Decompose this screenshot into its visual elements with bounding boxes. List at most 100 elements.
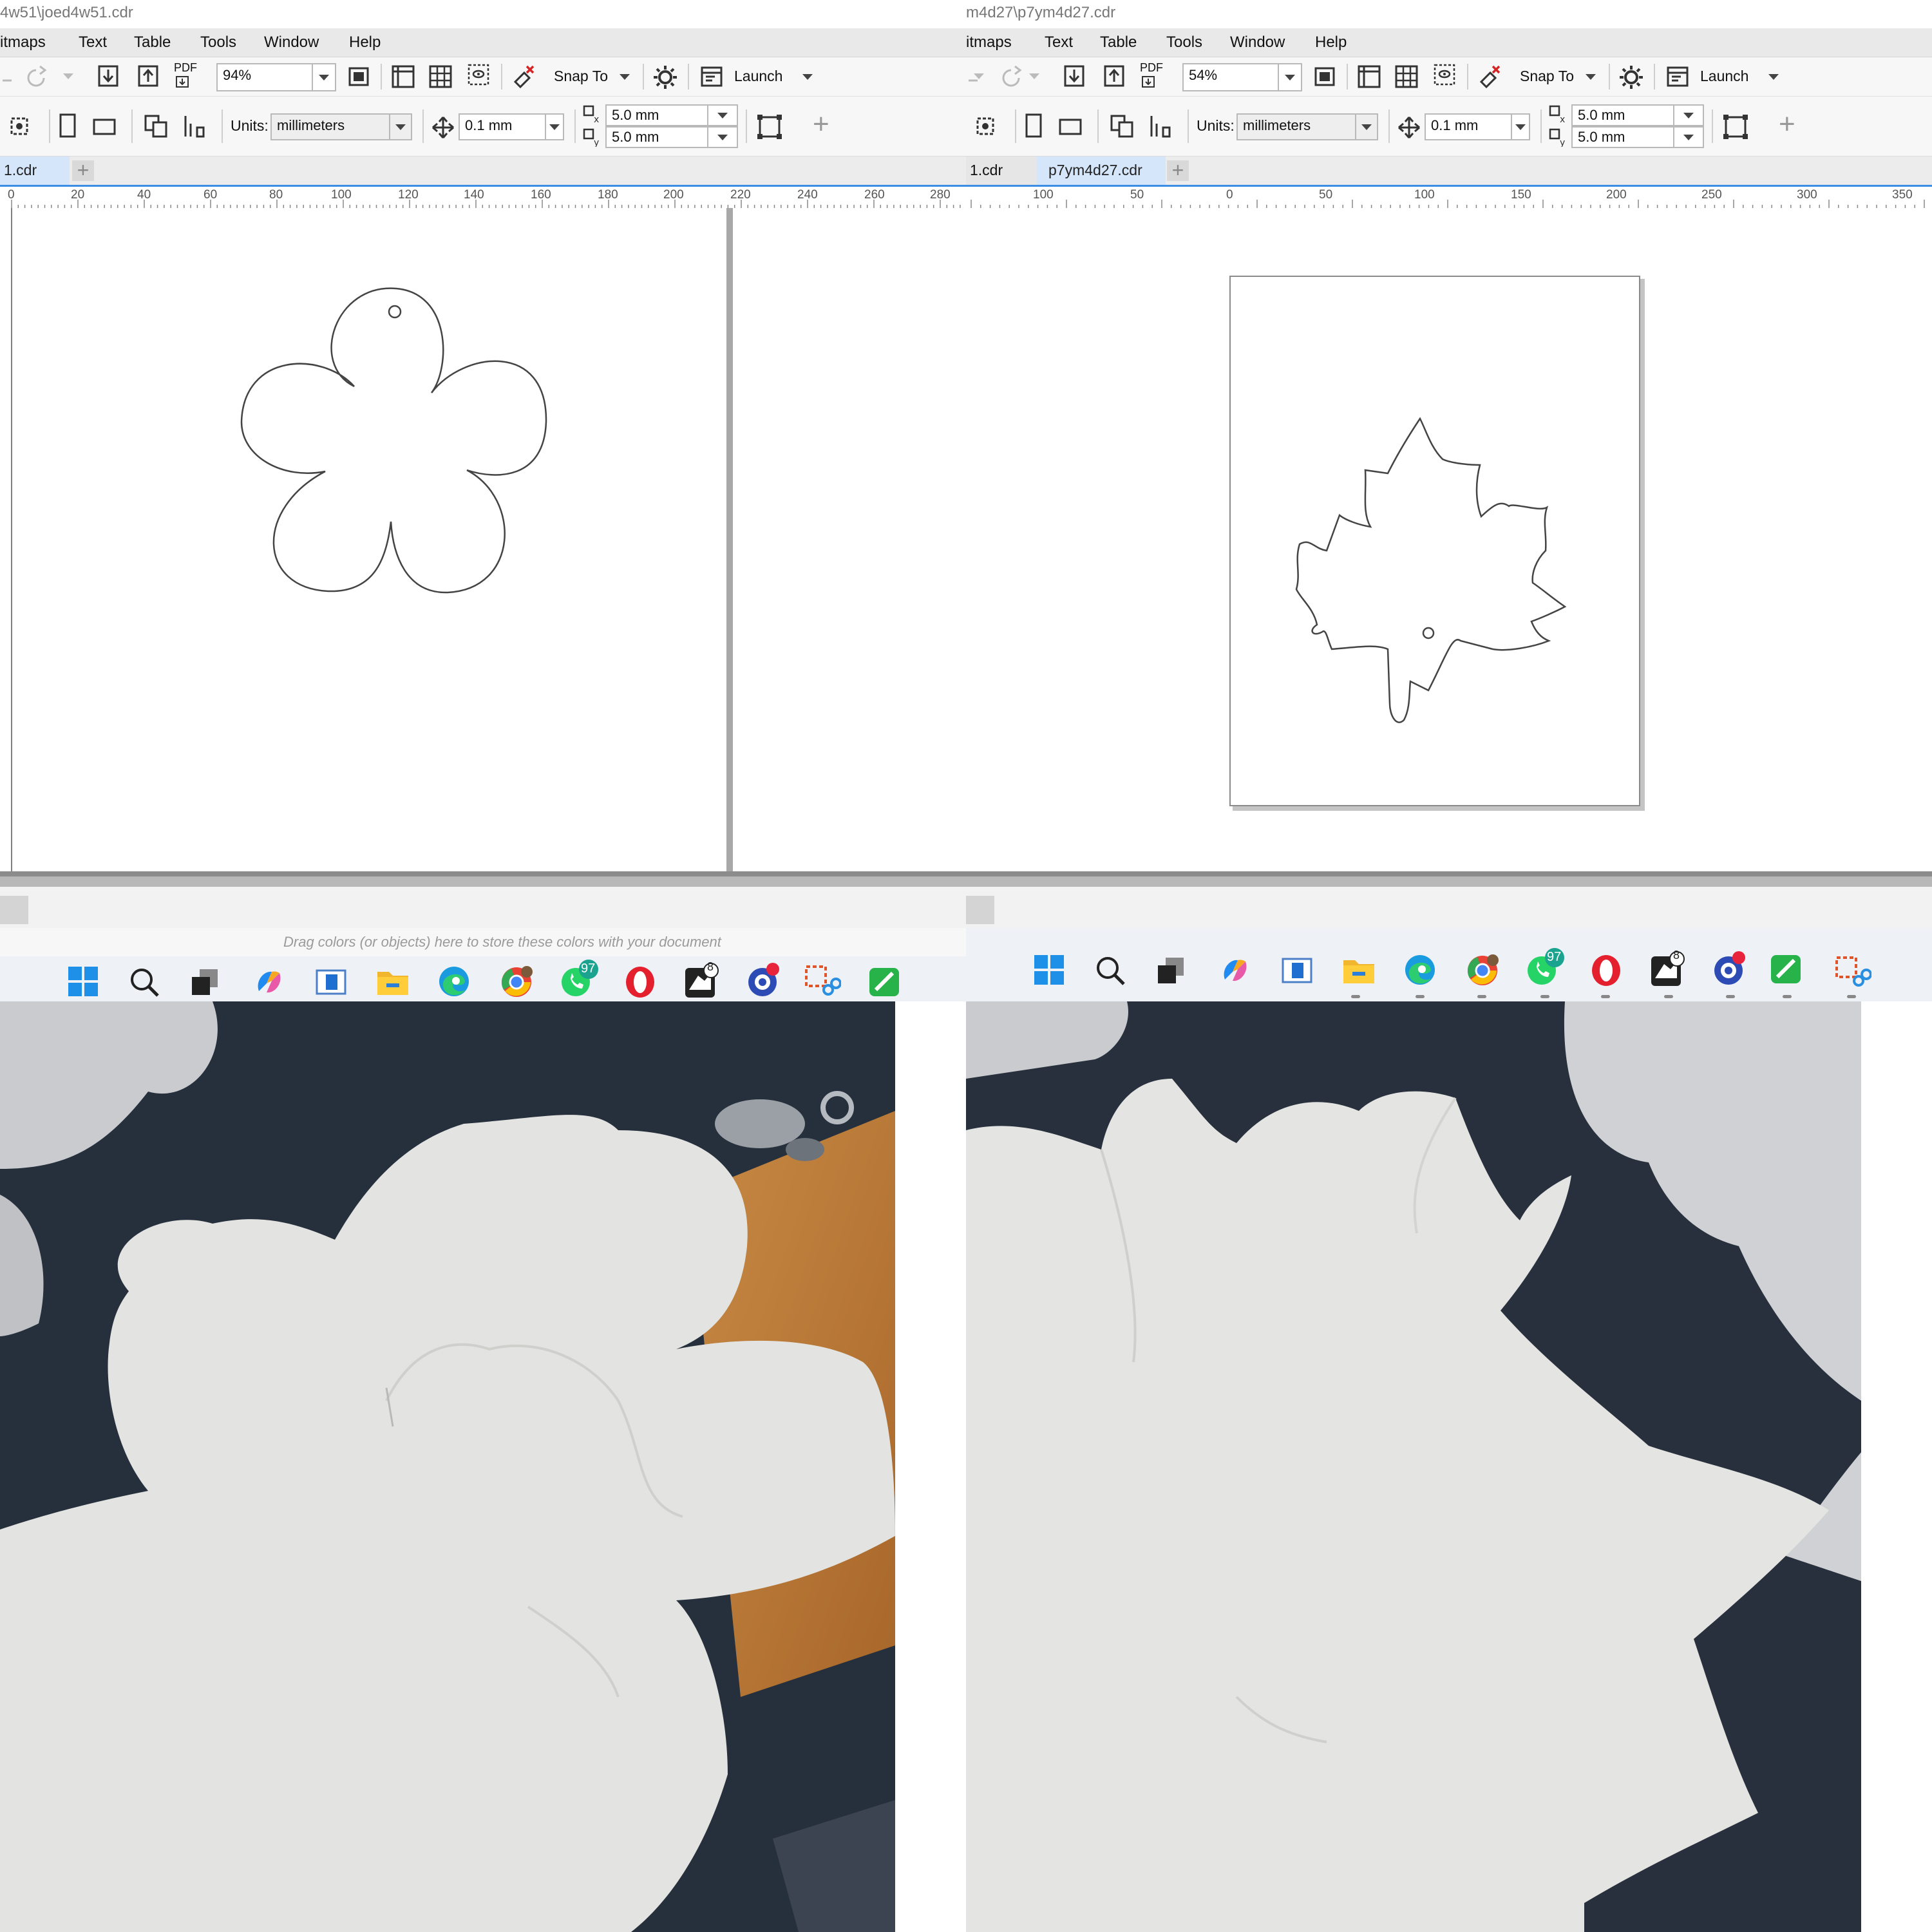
launch-dropdown-icon[interactable] <box>1768 74 1779 80</box>
new-tab-icon[interactable]: + <box>1167 160 1189 181</box>
units-field[interactable]: millimeters <box>1236 113 1356 140</box>
show-grid-icon[interactable] <box>1394 64 1419 90</box>
snap-off-icon[interactable] <box>1476 62 1504 91</box>
menu-help[interactable]: Help <box>349 33 381 52</box>
portrait-icon[interactable] <box>1023 112 1045 140</box>
chrome-profile-icon[interactable] <box>498 964 535 999</box>
current-page-icon[interactable] <box>1148 113 1175 140</box>
widgets-icon[interactable] <box>314 965 348 999</box>
show-guidelines-icon[interactable] <box>1431 62 1458 91</box>
menu-bitmaps[interactable]: itmaps <box>0 33 46 52</box>
task-view-icon[interactable] <box>189 967 222 999</box>
opera-icon[interactable] <box>622 964 658 999</box>
select-target-icon[interactable] <box>972 113 999 140</box>
units-dropdown-button[interactable] <box>390 113 412 140</box>
search-icon[interactable] <box>1094 954 1127 987</box>
show-rulers-icon[interactable] <box>1356 64 1382 90</box>
export-icon[interactable] <box>137 64 160 88</box>
new-tab-icon[interactable]: + <box>72 160 94 181</box>
duplicate-y-spinner[interactable] <box>1674 126 1704 148</box>
menu-tools[interactable]: Tools <box>200 33 236 52</box>
windows-start-icon[interactable] <box>67 965 99 998</box>
menu-window[interactable]: Window <box>1230 33 1285 52</box>
task-view-icon[interactable] <box>1155 955 1188 987</box>
show-guidelines-icon[interactable] <box>465 62 492 91</box>
duplicate-x-field[interactable]: 5.0 mm <box>1571 104 1674 126</box>
duplicate-y-spinner[interactable] <box>708 126 738 148</box>
file-explorer-icon[interactable] <box>1341 952 1377 987</box>
chrome-profile-icon[interactable] <box>1464 952 1501 987</box>
publish-pdf-label[interactable]: PDF <box>1140 61 1163 75</box>
green-app-icon[interactable] <box>1768 951 1806 989</box>
menu-tools[interactable]: Tools <box>1166 33 1202 52</box>
menu-help[interactable]: Help <box>1315 33 1347 52</box>
pdf-icon[interactable] <box>175 75 192 90</box>
add-icon[interactable]: + <box>1779 108 1795 140</box>
tab-document-1[interactable]: 1.cdr <box>966 156 1037 185</box>
landscape-icon[interactable] <box>91 115 117 138</box>
snipping-tool-icon[interactable] <box>804 963 841 1000</box>
undo-icon[interactable] <box>0 66 19 86</box>
drawing-canvas[interactable] <box>966 208 1932 871</box>
all-pages-icon[interactable] <box>143 113 171 140</box>
document-palette[interactable]: Drag colors (or objects) here to store t… <box>0 928 966 956</box>
nudge-distance-field[interactable]: 0.1 mm <box>1425 113 1512 140</box>
all-pages-icon[interactable] <box>1109 113 1137 140</box>
gear-icon[interactable] <box>652 64 679 91</box>
whatsapp-icon[interactable] <box>558 959 603 1000</box>
page-border-icon[interactable] <box>1722 113 1750 142</box>
tab-document-2[interactable]: p7ym4d27.cdr <box>1037 156 1166 185</box>
snap-to-dropdown-icon[interactable] <box>1586 74 1596 80</box>
palette-swatch[interactable] <box>0 896 28 924</box>
green-app-icon[interactable] <box>867 964 903 999</box>
zoom-dropdown-button[interactable] <box>313 63 336 91</box>
opera-icon[interactable] <box>1588 952 1624 987</box>
select-target-icon[interactable] <box>6 113 33 140</box>
tab-document[interactable]: 1.cdr <box>0 156 70 185</box>
launch-dropdown-icon[interactable] <box>802 74 813 80</box>
palette-swatch[interactable] <box>966 896 994 924</box>
full-screen-icon[interactable] <box>1312 65 1337 88</box>
zoom-level-field[interactable]: 54% <box>1182 63 1279 91</box>
launch-icon[interactable] <box>1665 65 1690 88</box>
show-grid-icon[interactable] <box>428 64 453 90</box>
search-icon[interactable] <box>128 965 161 999</box>
copilot-icon[interactable] <box>1218 954 1252 987</box>
full-screen-icon[interactable] <box>346 65 371 88</box>
nudge-spinner[interactable] <box>1512 113 1530 140</box>
file-explorer-icon[interactable] <box>375 964 411 999</box>
app-target-icon[interactable] <box>744 960 784 1000</box>
undo-dropdown-icon[interactable] <box>974 73 984 79</box>
launch-icon[interactable] <box>699 65 724 88</box>
show-rulers-icon[interactable] <box>390 64 416 90</box>
duplicate-y-field[interactable]: 5.0 mm <box>1571 126 1674 148</box>
nudge-distance-field[interactable]: 0.1 mm <box>459 113 546 140</box>
edge-browser-icon[interactable] <box>437 964 471 999</box>
current-page-icon[interactable] <box>182 113 209 140</box>
widgets-icon[interactable] <box>1280 954 1314 987</box>
flower-shape[interactable] <box>240 287 547 594</box>
units-dropdown-button[interactable] <box>1356 113 1378 140</box>
snap-to-label[interactable]: Snap To <box>554 68 608 85</box>
snipping-tool-icon[interactable] <box>1834 954 1871 991</box>
zoom-dropdown-button[interactable] <box>1279 63 1302 91</box>
zoom-level-field[interactable]: 94% <box>216 63 313 91</box>
app-target-icon[interactable] <box>1710 949 1750 989</box>
duplicate-x-field[interactable]: 5.0 mm <box>605 104 708 126</box>
landscape-icon[interactable] <box>1057 115 1083 138</box>
snap-to-dropdown-icon[interactable] <box>620 74 630 80</box>
launch-label[interactable]: Launch <box>1700 68 1748 85</box>
import-icon[interactable] <box>1063 64 1086 88</box>
pdf-icon[interactable] <box>1141 75 1158 90</box>
export-icon[interactable] <box>1103 64 1126 88</box>
nudge-spinner[interactable] <box>546 113 564 140</box>
units-field[interactable]: millimeters <box>270 113 390 140</box>
menu-window[interactable]: Window <box>264 33 319 52</box>
duplicate-x-spinner[interactable] <box>1674 104 1704 126</box>
redo-icon[interactable] <box>998 65 1024 87</box>
windows-start-icon[interactable] <box>1033 954 1065 986</box>
snap-to-label[interactable]: Snap To <box>1520 68 1574 85</box>
import-icon[interactable] <box>97 64 120 88</box>
launch-label[interactable]: Launch <box>734 68 782 85</box>
copilot-icon[interactable] <box>252 965 286 999</box>
